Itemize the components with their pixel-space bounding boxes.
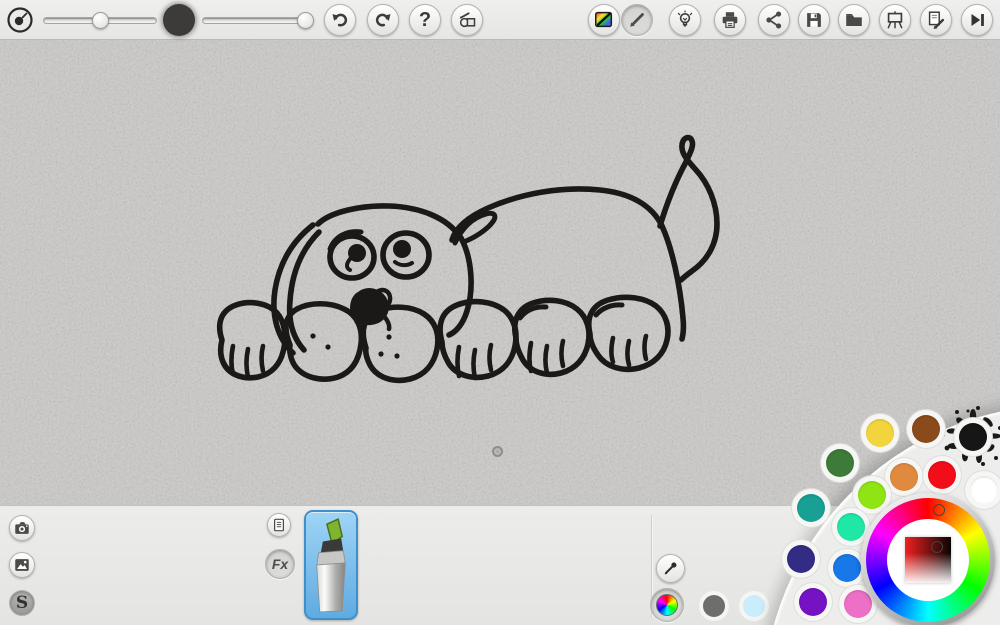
swatch-purple[interactable] [799, 588, 827, 616]
swatch-white[interactable] [970, 476, 998, 504]
swatch-brown[interactable] [912, 415, 940, 443]
drawing-canvas[interactable] [0, 40, 1000, 505]
share-button[interactable] [758, 4, 790, 36]
saturation-value-square[interactable] [905, 537, 951, 583]
eyedropper-button[interactable] [656, 554, 685, 583]
swatch-lime[interactable] [858, 481, 886, 509]
gallery-button[interactable] [879, 4, 911, 36]
swatch-blue[interactable] [833, 554, 861, 582]
sv-selector[interactable] [931, 541, 943, 553]
rainbow-square-pencil-icon [593, 9, 615, 31]
printer-icon [719, 9, 741, 31]
ideas-button[interactable] [669, 4, 701, 36]
import-image-button[interactable] [9, 552, 35, 578]
swatch-pink[interactable] [844, 590, 872, 618]
save-button[interactable] [798, 4, 830, 36]
redo-arrow-icon [373, 10, 393, 30]
color-texture-button[interactable] [588, 4, 620, 36]
brush-size-slider[interactable] [43, 12, 157, 28]
floppy-disk-icon [803, 9, 825, 31]
slider-handle[interactable] [297, 12, 314, 29]
camera-button[interactable] [9, 515, 35, 541]
brush-cursor [492, 446, 503, 457]
next-page-button[interactable] [961, 4, 993, 36]
swatch-teal[interactable] [797, 494, 825, 522]
swatch-spring-green[interactable] [837, 513, 865, 541]
color-wheel-button[interactable] [650, 588, 684, 622]
help-button[interactable]: ? [409, 4, 441, 36]
undo-button[interactable] [324, 4, 356, 36]
page-settings-button[interactable] [267, 513, 291, 537]
sketch-app-window: ? [0, 0, 1000, 625]
print-button[interactable] [714, 4, 746, 36]
redo-button[interactable] [367, 4, 399, 36]
brush-opacity-slider[interactable] [202, 12, 313, 28]
insert-shape-button[interactable] [451, 4, 483, 36]
top-toolbar: ? [0, 0, 1000, 40]
swatch-yellow[interactable] [866, 419, 894, 447]
page-brush-icon [925, 9, 947, 31]
stylus-mode-button[interactable] [621, 4, 653, 36]
document-icon [272, 518, 286, 532]
fx-button[interactable]: Fx [265, 549, 295, 579]
swatch-orange[interactable] [890, 463, 918, 491]
play-bar-icon [966, 9, 988, 31]
eyedropper-icon [662, 560, 679, 577]
fx-label: Fx [272, 557, 288, 571]
recent-color-lightblue[interactable] [743, 595, 765, 617]
brush-preview-dot [163, 4, 195, 36]
slider-handle[interactable] [92, 12, 109, 29]
tool-marker[interactable] [304, 510, 358, 620]
brush-size-indicator-icon [6, 6, 34, 34]
help-label: ? [419, 10, 431, 30]
easel-icon [884, 9, 906, 31]
share-nodes-icon [763, 9, 785, 31]
s-logo-button[interactable]: S [9, 590, 35, 616]
recent-color-gray[interactable] [703, 595, 725, 617]
s-logo-label: S [16, 595, 28, 612]
pencil-shapes-icon [457, 10, 477, 30]
marker-icon [306, 512, 356, 618]
files-button[interactable] [838, 4, 870, 36]
stylus-icon [626, 9, 648, 31]
folder-icon [843, 9, 865, 31]
camera-icon [13, 519, 31, 537]
swatch-black[interactable] [959, 423, 987, 451]
photo-icon [13, 556, 31, 574]
rainbow-wheel-icon [656, 594, 678, 616]
swatch-indigo[interactable] [787, 545, 815, 573]
swatch-red[interactable] [928, 461, 956, 489]
hue-selector[interactable] [933, 504, 945, 516]
lightbulb-icon [674, 9, 696, 31]
clear-page-button[interactable] [920, 4, 952, 36]
swatch-dark-green[interactable] [826, 449, 854, 477]
undo-arrow-icon [330, 10, 350, 30]
